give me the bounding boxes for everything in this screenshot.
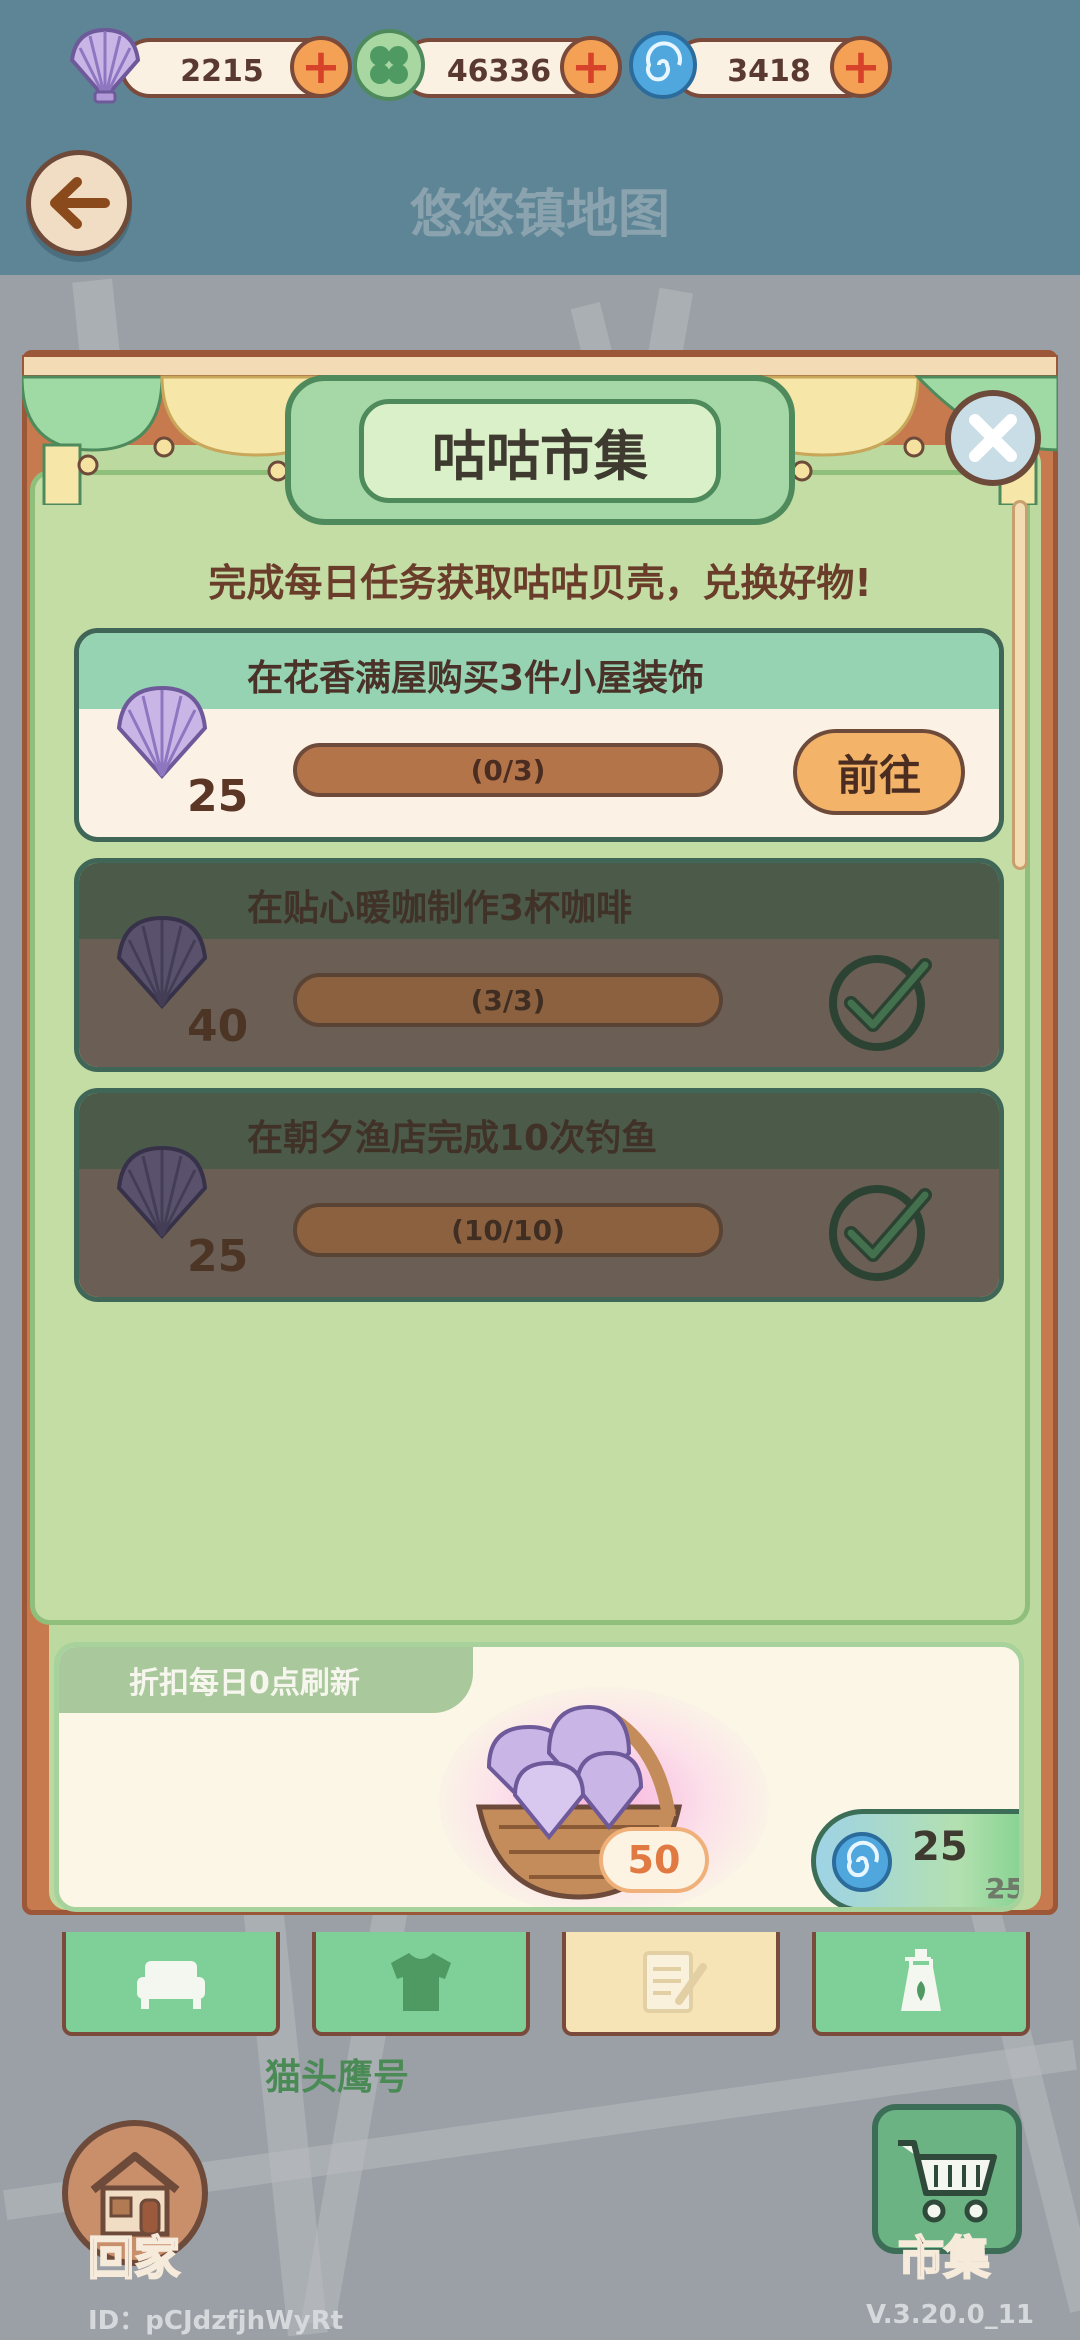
task-progress-bar: (0/3) (293, 743, 723, 797)
buy-button[interactable]: 25 250 (811, 1809, 1024, 1907)
tab-notepad[interactable] (562, 1932, 780, 2036)
close-button[interactable] (945, 390, 1041, 486)
market-title-plate: 咕咕市集 (285, 375, 795, 525)
task-reward-count: 40 (187, 1001, 249, 1052)
market-subtitle: 完成每日任务获取咕咕贝壳，兑换好物! (208, 561, 872, 605)
checkmark-icon (829, 955, 932, 1051)
tab-clothing[interactable] (312, 1932, 530, 2036)
task-reward-count: 25 (187, 1231, 249, 1282)
player-id: ID：pCJdzfjhWyRt (88, 2306, 344, 2336)
checkmark-icon (829, 1185, 932, 1281)
notepad-icon (643, 1951, 707, 2013)
game-version: V.3.20.0_11 (866, 2300, 1034, 2330)
task-progress-bar: (10/10) (293, 1203, 723, 1257)
page-title: 悠悠镇地图 (409, 185, 670, 245)
task-name: 在贴心暖咖制作3杯咖啡 (247, 888, 633, 929)
item-quantity-badge: 50 (599, 1827, 709, 1893)
swirl-icon (620, 22, 706, 108)
task-progress-bar: (3/3) (293, 973, 723, 1027)
market-label: 市集 (897, 2230, 991, 2286)
add-swirl-button[interactable]: + (830, 36, 892, 98)
discount-refresh-tag: 折扣每日0点刷新 (59, 1647, 473, 1713)
shopping-cart-icon (898, 2140, 997, 2223)
original-price: 250 (986, 1872, 1024, 1905)
ship-label: 猫头鹰号 (265, 2057, 410, 2098)
lotion-bottle-icon (901, 1949, 941, 2011)
task-card: 在花香满屋购买3件小屋装饰 25 (0/3) 前往 (74, 628, 1004, 842)
category-tabs (54, 1932, 1034, 2040)
task-card: 在贴心暖咖制作3杯咖啡 40 (3/3) (74, 858, 1004, 1072)
task-reward-count: 25 (187, 771, 249, 822)
task-card: 在朝夕渔店完成10次钓鱼 25 (10/10) (74, 1088, 1004, 1302)
currency-shell-value: 2215 (180, 54, 264, 89)
task-name: 在朝夕渔店完成10次钓鱼 (247, 1118, 658, 1159)
shirt-icon (391, 1953, 451, 2011)
clover-icon (346, 22, 432, 108)
currency-clover-value: 46336 (446, 54, 552, 89)
add-shell-button[interactable]: + (290, 36, 352, 98)
close-icon (969, 414, 1017, 462)
currency-swirl-value: 3418 (727, 54, 811, 89)
market-title: 咕咕市集 (359, 399, 721, 503)
shell-icon (62, 22, 148, 108)
tab-furniture[interactable] (62, 1932, 280, 2036)
discount-offer-card: 折扣每日0点刷新 50 25 250 (54, 1642, 1024, 1912)
sofa-icon (137, 1961, 205, 2009)
home-label: 回家 (87, 2230, 181, 2286)
add-clover-button[interactable]: + (560, 36, 622, 98)
discount-price: 25 (912, 1824, 968, 1870)
tab-toiletries[interactable] (812, 1932, 1030, 2036)
top-header: 2215 + 46336 + 3418 + 悠悠镇地图 (0, 0, 1080, 275)
go-button[interactable]: 前往 (793, 729, 965, 815)
swirl-icon (832, 1832, 892, 1892)
task-name: 在花香满屋购买3件小屋装饰 (247, 658, 705, 699)
